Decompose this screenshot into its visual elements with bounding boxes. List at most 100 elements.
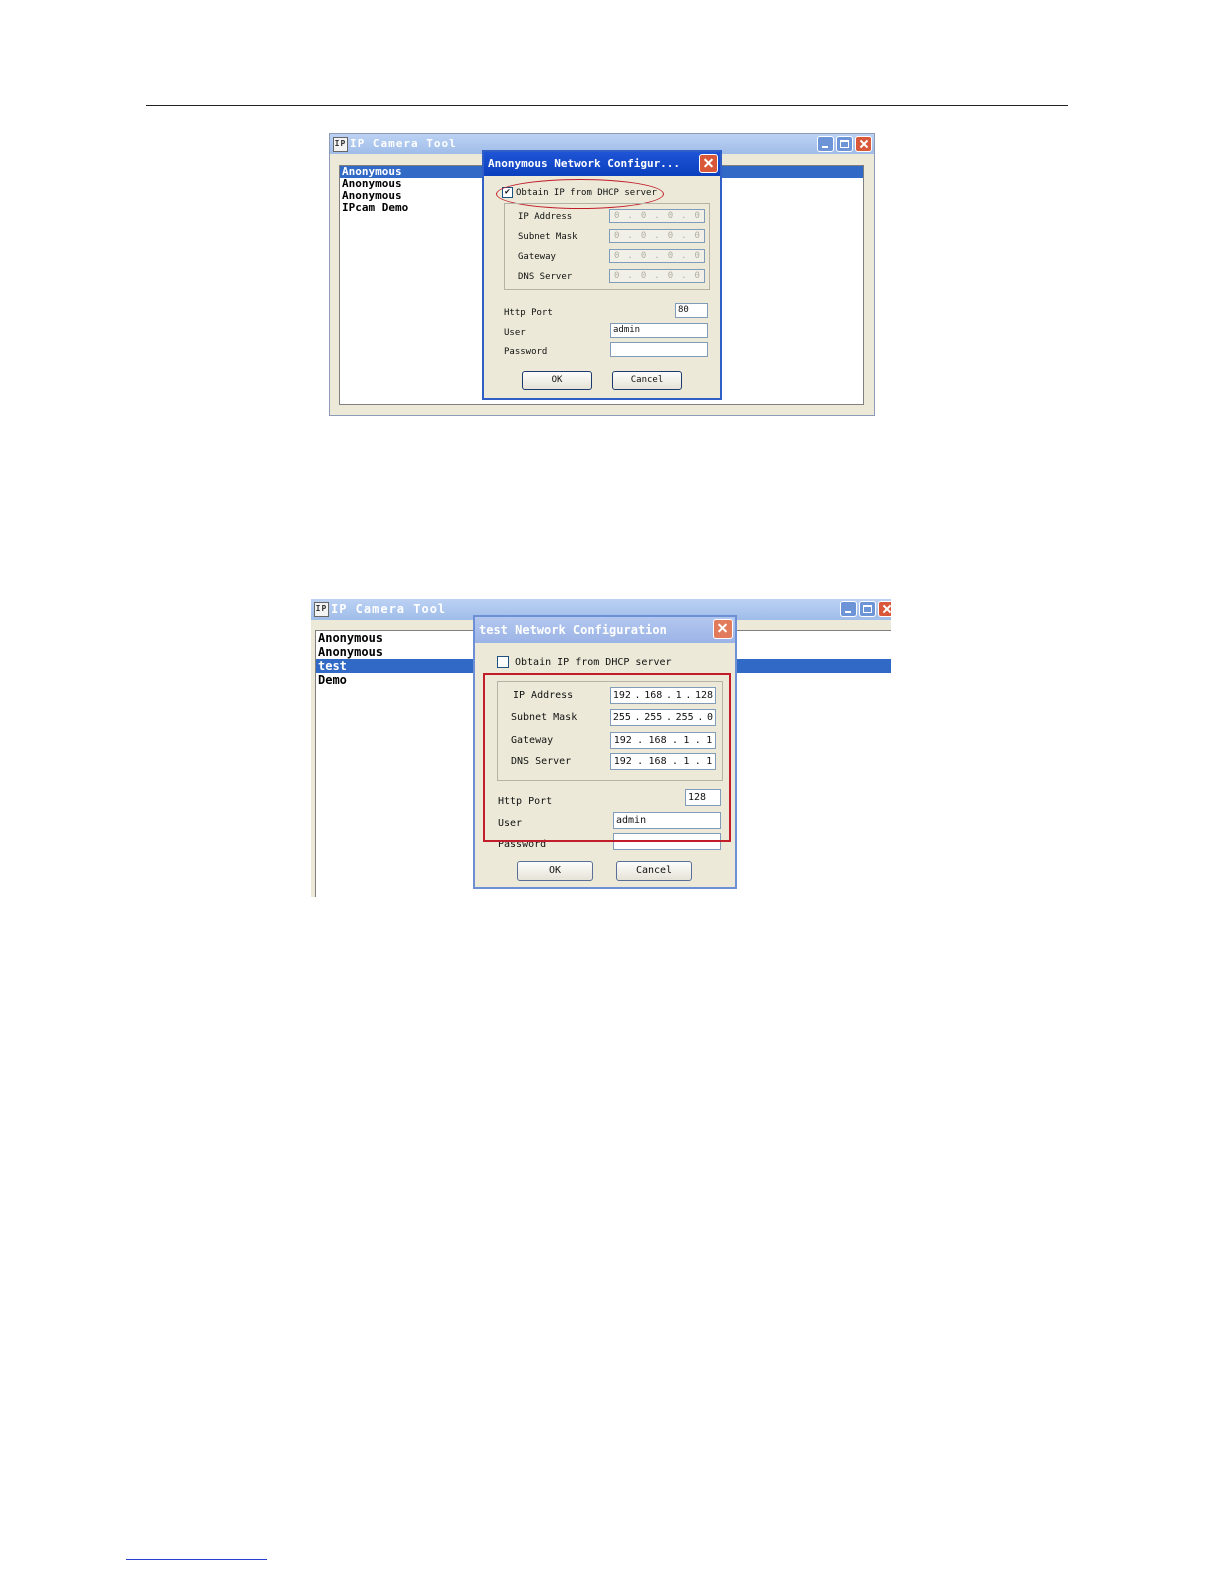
octet: 168 (648, 756, 667, 767)
ip-address-label: IP Address (518, 212, 573, 222)
network-config-dialog: test Network Configuration Obtain IP fro… (473, 615, 737, 889)
password-input[interactable] (613, 833, 721, 850)
dns-server-row: DNS Server 192. 168. 1. 1 (498, 753, 722, 770)
gateway-field[interactable]: 0. 0. 0. 0 (609, 249, 705, 263)
ip-address-row: IP Address 192. 168. 1. 128 (498, 687, 722, 704)
cancel-button[interactable]: Cancel (616, 861, 692, 881)
subnet-mask-field[interactable]: 0. 0. 0. 0 (609, 229, 705, 243)
gateway-row: Gateway 0. 0. 0. 0 (505, 249, 709, 265)
subnet-mask-row: Subnet Mask 255. 255. 255. 0 (498, 709, 722, 726)
app-icon: IP (333, 137, 348, 152)
dhcp-label: Obtain IP from DHCP server (515, 657, 672, 668)
user-label: User (504, 328, 526, 338)
octet: 0 (640, 211, 647, 221)
maximize-icon[interactable] (859, 601, 876, 617)
dhcp-option[interactable]: ✔ Obtain IP from DHCP server (502, 187, 657, 198)
gateway-label: Gateway (518, 252, 556, 262)
dhcp-checkbox[interactable]: ✔ (502, 187, 513, 198)
http-port-input[interactable]: 80 (675, 303, 708, 318)
octet: 0 (614, 251, 620, 261)
window-buttons (840, 601, 891, 617)
ip-camera-tool-window: IP IP Camera Tool Anonymous Anonymous An… (329, 133, 875, 416)
user-row: User admin (498, 812, 721, 831)
password-input[interactable] (610, 342, 708, 357)
password-row: Password (498, 833, 721, 852)
ok-button[interactable]: OK (517, 861, 593, 881)
dhcp-label: Obtain IP from DHCP server (516, 188, 657, 198)
subnet-mask-field[interactable]: 255. 255. 255. 0 (610, 709, 716, 726)
app-icon: IP (314, 602, 329, 617)
maximize-icon[interactable] (836, 136, 853, 152)
octet: 192 (613, 735, 632, 746)
ip-address-field[interactable]: 0. 0. 0. 0 (609, 209, 705, 223)
app-title: IP Camera Tool (350, 137, 457, 150)
gateway-label: Gateway (511, 735, 554, 746)
octet: 0 (694, 231, 700, 241)
dialog-title-text: test Network Configuration (479, 623, 667, 637)
octet: 0 (640, 231, 647, 241)
gateway-field[interactable]: 192. 168. 1. 1 (610, 732, 716, 749)
octet: 192 (613, 756, 632, 767)
ip-address-field[interactable]: 192. 168. 1. 128 (610, 687, 716, 704)
gateway-row: Gateway 192. 168. 1. 1 (498, 732, 722, 749)
dns-server-label: DNS Server (511, 756, 572, 767)
cancel-button[interactable]: Cancel (612, 371, 682, 390)
dhcp-option[interactable]: Obtain IP from DHCP server (497, 656, 672, 668)
octet: 255 (675, 712, 694, 723)
screenshot-dhcp: IP IP Camera Tool Anonymous Anonymous An… (329, 133, 875, 416)
octet: 0 (614, 231, 620, 241)
close-icon[interactable] (878, 601, 891, 617)
octet: 0 (694, 211, 700, 221)
dns-server-field[interactable]: 192. 168. 1. 1 (610, 753, 716, 770)
http-port-row: Http Port 128 (498, 789, 721, 809)
ok-button[interactable]: OK (522, 371, 592, 390)
close-icon[interactable] (855, 136, 872, 152)
subnet-mask-label: Subnet Mask (518, 232, 578, 242)
octet: 0 (694, 251, 700, 261)
dialog-close-icon[interactable] (713, 619, 733, 639)
dhcp-checkbox[interactable] (497, 656, 509, 668)
http-port-label: Http Port (498, 796, 553, 807)
dialog-title[interactable]: test Network Configuration (475, 617, 735, 643)
octet: 0 (694, 271, 700, 281)
octet: 0 (667, 271, 674, 281)
ip-address-label: IP Address (513, 690, 574, 701)
password-label: Password (504, 347, 548, 357)
dns-server-label: DNS Server (518, 272, 573, 282)
dns-server-row: DNS Server 0. 0. 0. 0 (505, 269, 709, 285)
minimize-icon[interactable] (840, 601, 857, 617)
dialog-title-text: Anonymous Network Configur... (488, 157, 681, 170)
password-row: Password (504, 342, 708, 360)
subnet-mask-label: Subnet Mask (511, 712, 578, 723)
octet: 168 (644, 690, 663, 701)
header-rule (146, 105, 1068, 106)
subnet-mask-row: Subnet Mask 0. 0. 0. 0 (505, 229, 709, 245)
window-buttons (817, 136, 872, 152)
footer-rule (126, 1559, 267, 1560)
dialog-close-icon[interactable] (699, 154, 718, 173)
octet: 0 (614, 271, 620, 281)
dialog-title[interactable]: Anonymous Network Configur... (484, 152, 720, 176)
octet: 1 (706, 735, 713, 746)
octet: 1 (706, 756, 713, 767)
dns-server-field[interactable]: 0. 0. 0. 0 (609, 269, 705, 283)
http-port-input[interactable]: 128 (685, 789, 721, 806)
network-settings-group: IP Address 192. 168. 1. 128 Subnet Mask … (497, 681, 723, 781)
octet: 192 (612, 690, 631, 701)
network-settings-group: IP Address 0. 0. 0. 0 Subnet Mask 0. 0. (504, 203, 710, 290)
ip-address-row: IP Address 0. 0. 0. 0 (505, 209, 709, 225)
octet: 255 (644, 712, 663, 723)
octet: 0 (667, 211, 674, 221)
ip-camera-tool-window: IP IP Camera Tool Anonymous Anonymous te… (311, 599, 891, 897)
octet: 0 (707, 712, 714, 723)
user-input[interactable]: admin (613, 812, 721, 829)
user-label: User (498, 818, 523, 829)
octet: 255 (612, 712, 631, 723)
octet: 1 (683, 756, 690, 767)
http-port-row: Http Port 80 (504, 303, 708, 321)
user-input[interactable]: admin (610, 323, 708, 338)
screenshot-manual-ip: IP IP Camera Tool Anonymous Anonymous te… (311, 599, 891, 897)
minimize-icon[interactable] (817, 136, 834, 152)
octet: 128 (695, 690, 714, 701)
octet: 1 (683, 735, 690, 746)
